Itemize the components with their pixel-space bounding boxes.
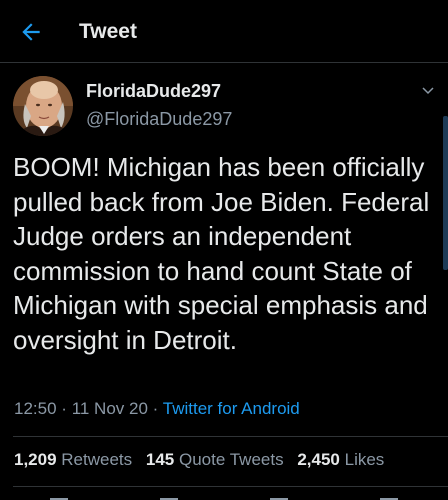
retweets-stat[interactable]: 1,209 Retweets xyxy=(14,450,132,469)
tweet-text: BOOM! Michigan has been officially pulle… xyxy=(13,152,430,355)
meta-separator: · xyxy=(61,399,67,418)
tweet-source-link[interactable]: Twitter for Android xyxy=(163,399,300,418)
tweet-meta: 12:50 · 11 Nov 20 · Twitter for Android xyxy=(14,398,300,420)
tweet-date: 11 Nov 20 xyxy=(71,399,148,418)
retweets-count: 1,209 xyxy=(14,450,57,469)
likes-label: Likes xyxy=(344,450,385,469)
likes-count: 2,450 xyxy=(297,450,340,469)
top-bar: Tweet xyxy=(0,0,448,63)
author-handle[interactable]: @FloridaDude297 xyxy=(86,108,232,130)
chevron-down-icon[interactable] xyxy=(420,82,436,98)
avatar[interactable] xyxy=(13,76,73,136)
quote-tweets-stat[interactable]: 145 Quote Tweets xyxy=(146,450,284,469)
retweets-label: Retweets xyxy=(61,450,133,469)
action-bar xyxy=(50,498,398,500)
divider xyxy=(13,486,448,487)
divider xyxy=(13,436,448,437)
quote-tweets-count: 145 xyxy=(145,450,175,469)
scrollbar-thumb[interactable] xyxy=(443,116,448,270)
tweet-stats: 1,209 Retweets 145 Quote Tweets 2,450 Li… xyxy=(14,449,393,471)
tweet-time: 12:50 xyxy=(14,399,57,418)
author-display-name[interactable]: FloridaDude297 xyxy=(86,80,221,102)
quote-tweets-label: Quote Tweets xyxy=(179,450,284,469)
meta-separator: · xyxy=(152,399,159,418)
back-arrow-icon[interactable] xyxy=(18,19,44,45)
page-title: Tweet xyxy=(79,20,137,43)
avatar-portrait-image xyxy=(13,76,73,136)
likes-stat[interactable]: 2,450 Likes xyxy=(297,450,384,469)
